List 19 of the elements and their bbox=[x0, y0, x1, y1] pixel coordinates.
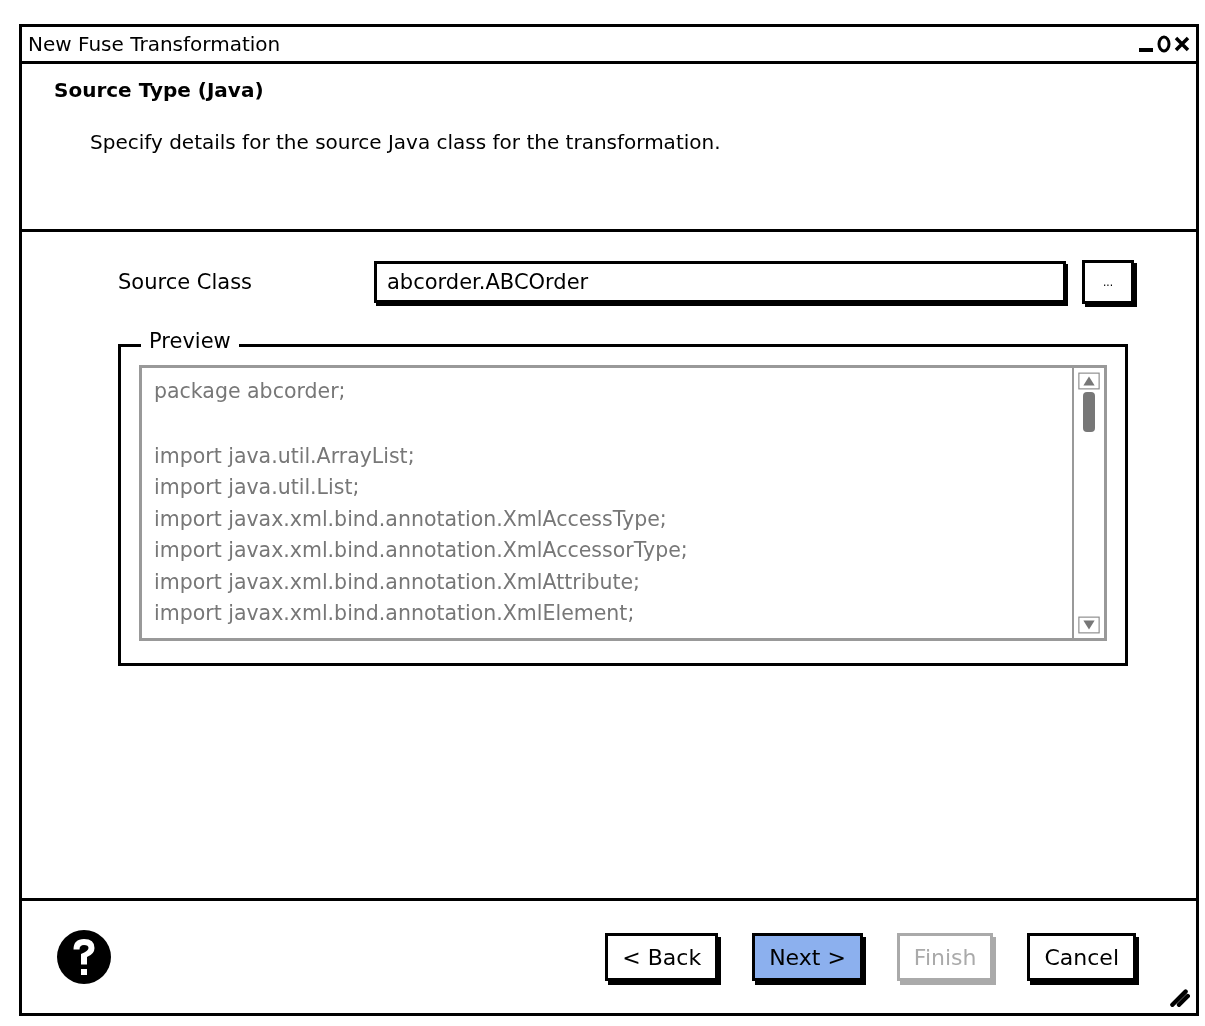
scroll-up-icon[interactable] bbox=[1077, 372, 1101, 390]
code-line: import javax.xml.bind.annotation.XmlElement; bbox=[154, 600, 636, 627]
help-icon[interactable] bbox=[54, 927, 114, 987]
field-label: Source Class bbox=[118, 270, 254, 294]
code-line: import javax.xml.bind.annotation.XmlAccessType; bbox=[154, 505, 668, 533]
page-title: Source Type (Java) bbox=[54, 78, 265, 102]
page-description: Specify details for the source Java class for the transformation. bbox=[89, 130, 722, 154]
window-title: New Fuse Transformation bbox=[28, 32, 281, 56]
code-line: package abcorder; bbox=[154, 378, 347, 405]
source-class-field[interactable]: abcorder.ABCOrder bbox=[374, 261, 1066, 303]
browse-button[interactable]: ... bbox=[1082, 260, 1134, 304]
code-line: import javax.xml.bind.annotation.XmlAccessorType; bbox=[154, 537, 689, 564]
close-icon[interactable] bbox=[1174, 35, 1190, 53]
code-line: import java.util.List; bbox=[154, 474, 361, 501]
maximize-icon[interactable] bbox=[1156, 35, 1172, 53]
scroll-thumb[interactable] bbox=[1083, 392, 1095, 432]
code-line: import javax.xml.bind.annotation.XmlAttribute; bbox=[154, 568, 641, 596]
code-line: import java.util.ArrayList; bbox=[154, 442, 416, 470]
scroll-down-icon[interactable] bbox=[1077, 616, 1101, 634]
